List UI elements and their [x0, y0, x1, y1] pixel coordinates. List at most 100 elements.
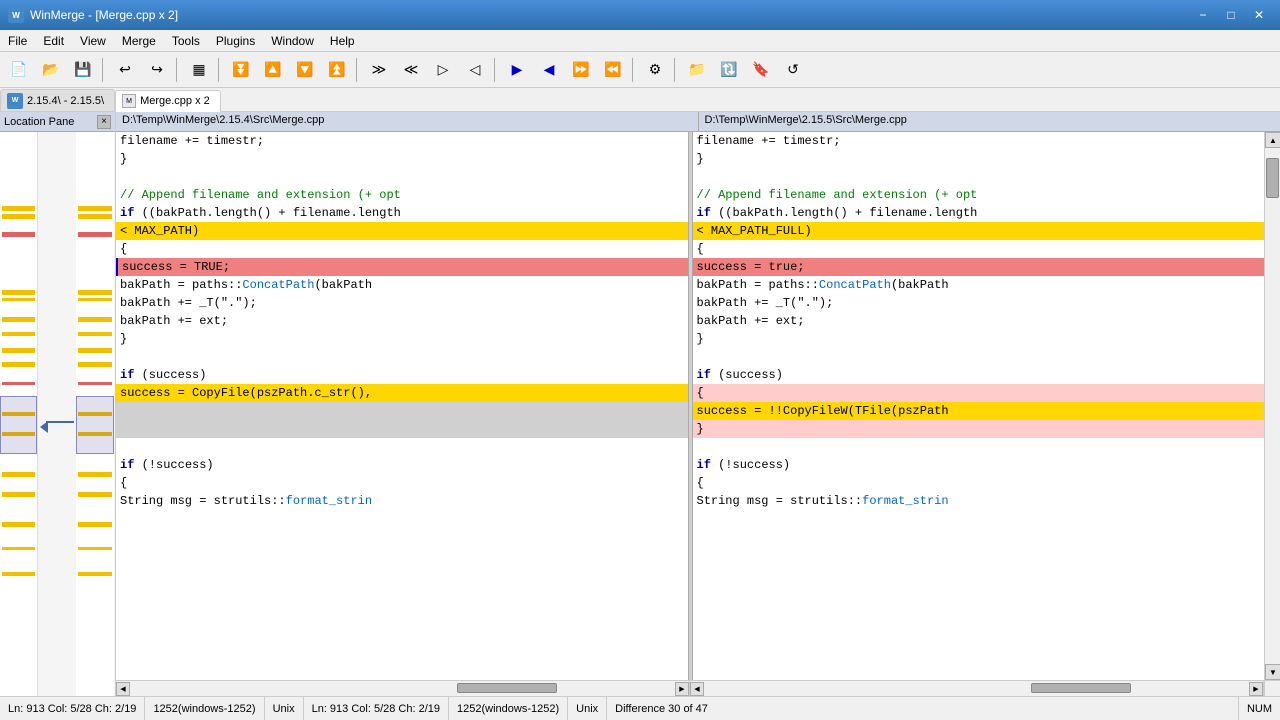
- hscroll-track-right[interactable]: [704, 682, 1249, 696]
- table-row: // Append filename and extension (+ opt: [116, 186, 688, 204]
- prev-diff-button[interactable]: 🔼: [258, 56, 288, 84]
- status-eol-right: Unix: [568, 697, 607, 720]
- app-icon: W: [8, 7, 24, 23]
- new-button[interactable]: 📄: [4, 56, 34, 84]
- separator-7: [674, 58, 678, 82]
- table-row: < MAX_PATH_FULL): [693, 222, 1265, 240]
- code-pane-left[interactable]: filename += timestr; } // Append filenam…: [116, 132, 688, 680]
- table-row: [116, 438, 688, 456]
- bookmark-button[interactable]: 🔖: [746, 56, 776, 84]
- expand-all-button[interactable]: ≫: [364, 56, 394, 84]
- table-row: {: [693, 474, 1265, 492]
- tab-bar: W 2.15.4\ - 2.15.5\ M Merge.cpp x 2: [0, 88, 1280, 112]
- location-strip-left: [0, 132, 38, 696]
- hscroll-thumb-right[interactable]: [1031, 683, 1131, 693]
- menu-help[interactable]: Help: [322, 30, 363, 51]
- save-button[interactable]: 💾: [68, 56, 98, 84]
- loc-mark-r-yellow-8: [78, 362, 112, 367]
- table-row: success = TRUE;: [116, 258, 688, 276]
- code-content-right: filename += timestr; } // Append filenam…: [693, 132, 1265, 510]
- redo-button[interactable]: ↪: [142, 56, 172, 84]
- menu-merge[interactable]: Merge: [114, 30, 164, 51]
- menu-tools[interactable]: Tools: [164, 30, 208, 51]
- copy-left-all-button[interactable]: ⏪: [598, 56, 628, 84]
- close-button[interactable]: ✕: [1246, 5, 1272, 25]
- hscroll-left-btn-left[interactable]: ◀: [116, 682, 130, 696]
- hscroll-right[interactable]: ◀ ▶: [690, 681, 1264, 696]
- status-encoding-left: 1252(windows-1252): [145, 697, 264, 720]
- menu-plugins[interactable]: Plugins: [208, 30, 263, 51]
- separator-2: [176, 58, 180, 82]
- reload-button[interactable]: 🔃: [714, 56, 744, 84]
- next-diff-button[interactable]: 🔽: [290, 56, 320, 84]
- scroll-down-button[interactable]: ▼: [1265, 664, 1280, 680]
- code-pane-right[interactable]: filename += timestr; } // Append filenam…: [693, 132, 1265, 680]
- status-encoding-right: 1252(windows-1252): [449, 697, 568, 720]
- loc-mark-yellow-13: [2, 522, 35, 527]
- table-row: }: [693, 420, 1265, 438]
- menu-edit[interactable]: Edit: [35, 30, 72, 51]
- hscroll-thumb-left[interactable]: [457, 683, 557, 693]
- loc-mark-r-yellow-6: [78, 332, 112, 336]
- table-row: if (!success): [693, 456, 1265, 474]
- loc-mark-yellow-5: [2, 317, 35, 322]
- path-header-left: D:\Temp\WinMerge\2.15.4\Src\Merge.cpp: [116, 112, 699, 131]
- hscroll-left-btn-right[interactable]: ◀: [690, 682, 704, 696]
- open-left-button[interactable]: 📁: [682, 56, 712, 84]
- loc-mark-yellow-11: [2, 472, 35, 477]
- table-row: filename += timestr;: [693, 132, 1265, 150]
- scrollbar-corner: [1264, 681, 1280, 696]
- maximize-button[interactable]: □: [1218, 5, 1244, 25]
- table-row: [693, 348, 1265, 366]
- scroll-up-button[interactable]: ▲: [1265, 132, 1280, 148]
- tab-compare[interactable]: W 2.15.4\ - 2.15.5\: [0, 89, 115, 111]
- hscroll-left[interactable]: ◀ ▶: [116, 681, 690, 696]
- loc-mark-yellow-15: [2, 572, 35, 576]
- copy-right-all-button[interactable]: ⏩: [566, 56, 596, 84]
- hscroll-right-btn-right[interactable]: ▶: [1249, 682, 1263, 696]
- open-button[interactable]: 📂: [36, 56, 66, 84]
- table-row: bakPath += ext;: [116, 312, 688, 330]
- menu-window[interactable]: Window: [263, 30, 322, 51]
- separator-5: [494, 58, 498, 82]
- viewport-line: [46, 421, 74, 423]
- first-diff-button[interactable]: ⏬: [226, 56, 256, 84]
- hscroll-track-left[interactable]: [130, 682, 675, 696]
- loc-mark-r-yellow-13: [78, 522, 112, 527]
- tab-merge-label: Merge.cpp x 2: [140, 95, 210, 107]
- scroll-track[interactable]: [1265, 148, 1280, 664]
- code-area: D:\Temp\WinMerge\2.15.4\Src\Merge.cpp D:…: [116, 112, 1280, 696]
- menu-view[interactable]: View: [72, 30, 114, 51]
- menu-file[interactable]: File: [0, 30, 35, 51]
- loc-mark-yellow-3: [2, 290, 35, 295]
- table-row: [116, 348, 688, 366]
- table-row: [693, 168, 1265, 186]
- table-row: }: [693, 330, 1265, 348]
- expand-button[interactable]: ▷: [428, 56, 458, 84]
- loc-mark-r-yellow-3: [78, 290, 112, 295]
- location-pane-close-button[interactable]: ×: [97, 115, 111, 129]
- table-row: // Append filename and extension (+ opt: [693, 186, 1265, 204]
- undo-button[interactable]: ↩: [110, 56, 140, 84]
- options-button[interactable]: ⚙: [640, 56, 670, 84]
- table-row: bakPath = paths::ConcatPath(bakPath: [116, 276, 688, 294]
- separator-3: [218, 58, 222, 82]
- location-pane-header: Location Pane ×: [0, 112, 115, 132]
- code-content-left: filename += timestr; } // Append filenam…: [116, 132, 688, 510]
- loc-mark-yellow-12: [2, 492, 35, 497]
- hscroll-right-btn-left[interactable]: ▶: [675, 682, 689, 696]
- collapse-button[interactable]: ◁: [460, 56, 490, 84]
- last-diff-button[interactable]: ⏫: [322, 56, 352, 84]
- tab-merge[interactable]: M Merge.cpp x 2: [115, 90, 221, 112]
- refresh-button[interactable]: ↺: [778, 56, 808, 84]
- minimize-button[interactable]: −: [1190, 5, 1216, 25]
- scroll-thumb[interactable]: [1266, 158, 1279, 198]
- copy-right-button[interactable]: ▶: [502, 56, 532, 84]
- tab-compare-label: 2.15.4\ - 2.15.5\: [27, 95, 104, 107]
- vertical-scrollbar[interactable]: ▲ ▼: [1264, 132, 1280, 680]
- collapse-all-button[interactable]: ≪: [396, 56, 426, 84]
- script-button[interactable]: ▦: [184, 56, 214, 84]
- loc-mark-yellow-4: [2, 298, 35, 301]
- copy-left-button[interactable]: ◀: [534, 56, 564, 84]
- loc-mark-yellow-8: [2, 362, 35, 367]
